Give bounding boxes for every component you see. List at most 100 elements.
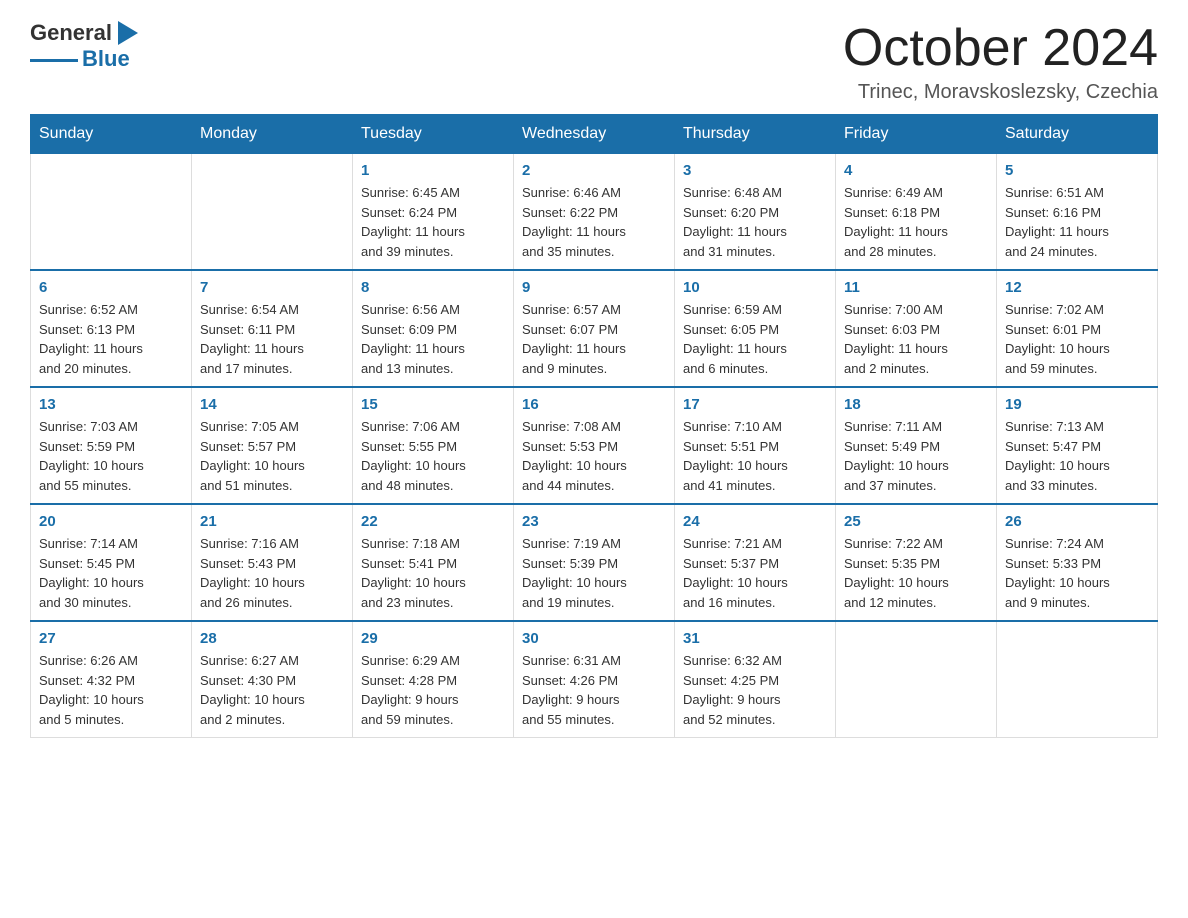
day-number: 26: [1005, 513, 1149, 530]
day-number: 16: [522, 396, 666, 413]
day-number: 19: [1005, 396, 1149, 413]
day-number: 2: [522, 162, 666, 179]
page-header: General Blue October 2024 Trinec, Moravs…: [30, 20, 1158, 104]
day-info: Sunrise: 6:27 AM Sunset: 4:30 PM Dayligh…: [200, 651, 344, 729]
day-number: 20: [39, 513, 183, 530]
calendar-header-monday: Monday: [192, 115, 353, 154]
day-info: Sunrise: 7:05 AM Sunset: 5:57 PM Dayligh…: [200, 417, 344, 495]
calendar-day-cell: 10 Sunrise: 6:59 AM Sunset: 6:05 PM Dayli…: [675, 270, 836, 387]
calendar-week-row: 6Sunrise: 6:52 AM Sunset: 6:13 PM Daylig…: [31, 270, 1158, 387]
calendar-day-cell: 13Sunrise: 7:03 AM Sunset: 5:59 PM Dayli…: [31, 387, 192, 504]
day-info: Sunrise: 7:00 AM Sunset: 6:03 PM Dayligh…: [844, 300, 988, 378]
day-number: 13: [39, 396, 183, 413]
day-info: Sunrise: 6:48 AM Sunset: 6:20 PM Dayligh…: [683, 183, 827, 261]
calendar-day-cell: 8Sunrise: 6:56 AM Sunset: 6:09 PM Daylig…: [353, 270, 514, 387]
month-title: October 2024: [843, 20, 1158, 77]
day-number: 10: [683, 279, 827, 296]
calendar-day-cell: 28 Sunrise: 6:27 AM Sunset: 4:30 PM Dayli…: [192, 621, 353, 738]
day-number: 21: [200, 513, 344, 530]
calendar-day-cell: 7 Sunrise: 6:54 AM Sunset: 6:11 PM Daylig…: [192, 270, 353, 387]
day-number: 25: [844, 513, 988, 530]
day-info: Sunrise: 7:18 AM Sunset: 5:41 PM Dayligh…: [361, 534, 505, 612]
day-info: Sunrise: 7:02 AM Sunset: 6:01 PM Dayligh…: [1005, 300, 1149, 378]
day-info: Sunrise: 7:06 AM Sunset: 5:55 PM Dayligh…: [361, 417, 505, 495]
day-info: Sunrise: 7:22 AM Sunset: 5:35 PM Dayligh…: [844, 534, 988, 612]
calendar-day-cell: 19 Sunrise: 7:13 AM Sunset: 5:47 PM Dayli…: [997, 387, 1158, 504]
calendar-day-cell: 9Sunrise: 6:57 AM Sunset: 6:07 PM Daylig…: [514, 270, 675, 387]
calendar-day-cell: 20Sunrise: 7:14 AM Sunset: 5:45 PM Dayli…: [31, 504, 192, 621]
day-number: 29: [361, 630, 505, 647]
day-number: 9: [522, 279, 666, 296]
calendar-day-cell: 4 Sunrise: 6:49 AM Sunset: 6:18 PM Daylig…: [836, 154, 997, 271]
calendar-day-cell: 27 Sunrise: 6:26 AM Sunset: 4:32 PM Dayli…: [31, 621, 192, 738]
day-info: Sunrise: 7:08 AM Sunset: 5:53 PM Dayligh…: [522, 417, 666, 495]
calendar-day-cell: [192, 154, 353, 271]
calendar-week-row: 27 Sunrise: 6:26 AM Sunset: 4:32 PM Dayli…: [31, 621, 1158, 738]
calendar-day-cell: 15 Sunrise: 7:06 AM Sunset: 5:55 PM Dayli…: [353, 387, 514, 504]
calendar-day-cell: 29 Sunrise: 6:29 AM Sunset: 4:28 PM Dayli…: [353, 621, 514, 738]
logo-bar: [30, 59, 78, 62]
day-info: Sunrise: 6:46 AM Sunset: 6:22 PM Dayligh…: [522, 183, 666, 261]
day-number: 30: [522, 630, 666, 647]
logo-general-text: General: [30, 20, 112, 46]
day-number: 27: [39, 630, 183, 647]
calendar-day-cell: 6Sunrise: 6:52 AM Sunset: 6:13 PM Daylig…: [31, 270, 192, 387]
logo: General Blue: [30, 20, 140, 72]
day-info: Sunrise: 6:26 AM Sunset: 4:32 PM Dayligh…: [39, 651, 183, 729]
day-info: Sunrise: 6:45 AM Sunset: 6:24 PM Dayligh…: [361, 183, 505, 261]
logo-blue-text: Blue: [82, 46, 130, 72]
day-number: 3: [683, 162, 827, 179]
calendar-day-cell: 30 Sunrise: 6:31 AM Sunset: 4:26 PM Dayli…: [514, 621, 675, 738]
day-info: Sunrise: 7:11 AM Sunset: 5:49 PM Dayligh…: [844, 417, 988, 495]
calendar-day-cell: 3 Sunrise: 6:48 AM Sunset: 6:20 PM Daylig…: [675, 154, 836, 271]
calendar-day-cell: [31, 154, 192, 271]
calendar-day-cell: 23 Sunrise: 7:19 AM Sunset: 5:39 PM Dayli…: [514, 504, 675, 621]
calendar-day-cell: 5 Sunrise: 6:51 AM Sunset: 6:16 PM Daylig…: [997, 154, 1158, 271]
calendar-day-cell: 17 Sunrise: 7:10 AM Sunset: 5:51 PM Dayli…: [675, 387, 836, 504]
day-info: Sunrise: 7:10 AM Sunset: 5:51 PM Dayligh…: [683, 417, 827, 495]
day-number: 28: [200, 630, 344, 647]
calendar-day-cell: 22 Sunrise: 7:18 AM Sunset: 5:41 PM Dayli…: [353, 504, 514, 621]
calendar-day-cell: 31 Sunrise: 6:32 AM Sunset: 4:25 PM Dayli…: [675, 621, 836, 738]
day-info: Sunrise: 6:54 AM Sunset: 6:11 PM Dayligh…: [200, 300, 344, 378]
day-info: Sunrise: 6:29 AM Sunset: 4:28 PM Dayligh…: [361, 651, 505, 729]
calendar-day-cell: 14Sunrise: 7:05 AM Sunset: 5:57 PM Dayli…: [192, 387, 353, 504]
calendar-day-cell: [997, 621, 1158, 738]
calendar-day-cell: 2 Sunrise: 6:46 AM Sunset: 6:22 PM Daylig…: [514, 154, 675, 271]
calendar-header-row: SundayMondayTuesdayWednesdayThursdayFrid…: [31, 115, 1158, 154]
calendar-day-cell: 16 Sunrise: 7:08 AM Sunset: 5:53 PM Dayli…: [514, 387, 675, 504]
day-info: Sunrise: 6:32 AM Sunset: 4:25 PM Dayligh…: [683, 651, 827, 729]
day-info: Sunrise: 6:31 AM Sunset: 4:26 PM Dayligh…: [522, 651, 666, 729]
calendar-header-sunday: Sunday: [31, 115, 192, 154]
day-number: 18: [844, 396, 988, 413]
calendar-day-cell: 11 Sunrise: 7:00 AM Sunset: 6:03 PM Dayli…: [836, 270, 997, 387]
day-info: Sunrise: 7:19 AM Sunset: 5:39 PM Dayligh…: [522, 534, 666, 612]
day-number: 23: [522, 513, 666, 530]
day-number: 15: [361, 396, 505, 413]
day-info: Sunrise: 7:13 AM Sunset: 5:47 PM Dayligh…: [1005, 417, 1149, 495]
day-info: Sunrise: 6:49 AM Sunset: 6:18 PM Dayligh…: [844, 183, 988, 261]
day-number: 31: [683, 630, 827, 647]
calendar-day-cell: 21Sunrise: 7:16 AM Sunset: 5:43 PM Dayli…: [192, 504, 353, 621]
calendar-week-row: 13Sunrise: 7:03 AM Sunset: 5:59 PM Dayli…: [31, 387, 1158, 504]
calendar-header-saturday: Saturday: [997, 115, 1158, 154]
day-info: Sunrise: 6:51 AM Sunset: 6:16 PM Dayligh…: [1005, 183, 1149, 261]
calendar-header-wednesday: Wednesday: [514, 115, 675, 154]
day-number: 11: [844, 279, 988, 296]
day-number: 5: [1005, 162, 1149, 179]
day-info: Sunrise: 6:59 AM Sunset: 6:05 PM Dayligh…: [683, 300, 827, 378]
day-number: 17: [683, 396, 827, 413]
day-number: 7: [200, 279, 344, 296]
calendar-day-cell: 1Sunrise: 6:45 AM Sunset: 6:24 PM Daylig…: [353, 154, 514, 271]
calendar-header-thursday: Thursday: [675, 115, 836, 154]
day-number: 6: [39, 279, 183, 296]
calendar-week-row: 20Sunrise: 7:14 AM Sunset: 5:45 PM Dayli…: [31, 504, 1158, 621]
day-number: 4: [844, 162, 988, 179]
calendar-header-tuesday: Tuesday: [353, 115, 514, 154]
calendar-day-cell: 12Sunrise: 7:02 AM Sunset: 6:01 PM Dayli…: [997, 270, 1158, 387]
location-text: Trinec, Moravskoslezsky, Czechia: [843, 81, 1158, 104]
day-number: 22: [361, 513, 505, 530]
calendar-week-row: 1Sunrise: 6:45 AM Sunset: 6:24 PM Daylig…: [31, 154, 1158, 271]
calendar-day-cell: 24Sunrise: 7:21 AM Sunset: 5:37 PM Dayli…: [675, 504, 836, 621]
day-info: Sunrise: 7:24 AM Sunset: 5:33 PM Dayligh…: [1005, 534, 1149, 612]
